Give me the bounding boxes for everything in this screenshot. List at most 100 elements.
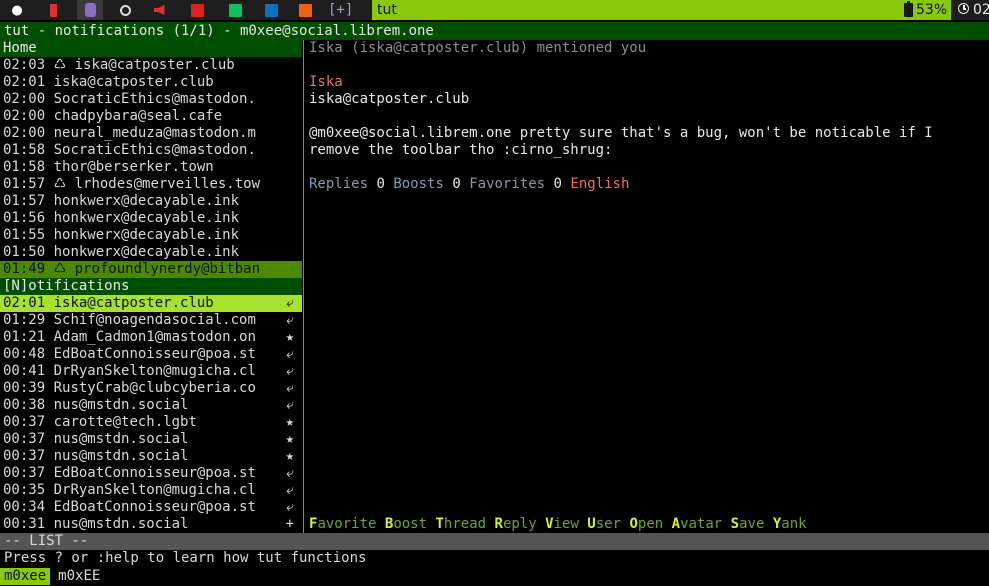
- workspace-button[interactable]: [40, 0, 66, 20]
- item-time: 00:37: [3, 465, 46, 481]
- home-timeline-item[interactable]: 01:57 ♺ lrhodes@merveilles.tow: [0, 176, 302, 193]
- terminal-title: tut - notifications (1/1) - m0xee@social…: [0, 22, 989, 40]
- globe-icon: [119, 4, 131, 16]
- workspace-button[interactable]: [258, 0, 284, 20]
- favorites-count: 0: [553, 176, 562, 192]
- notification-item[interactable]: 00:34 EdBoatConnoisseur@poa.st ⤶: [0, 499, 302, 516]
- item-time: 01:58: [3, 159, 46, 175]
- reply-icon: ⤶: [286, 363, 294, 379]
- clock-icon: [958, 3, 969, 14]
- notification-item[interactable]: 01:21 Adam_Cadmon1@mastodon.on ★: [0, 329, 302, 346]
- home-timeline-item[interactable]: 02:03 ♺ iska@catposter.club: [0, 57, 302, 74]
- item-user: honkwerx@decayable.ink: [53, 193, 240, 209]
- keybinding-view: View: [545, 516, 579, 532]
- workspace-button[interactable]: [222, 0, 248, 20]
- boost-icon: ♺: [53, 176, 67, 192]
- item-user: Schif@noagendasocial.com: [53, 312, 256, 328]
- item-user: neural_meduza@mastodon.m: [53, 125, 256, 141]
- item-time: 01:56: [3, 210, 46, 226]
- keybinding-thread: Thread: [435, 516, 486, 532]
- active-window-tab[interactable]: tut: [372, 0, 889, 20]
- home-timeline-item[interactable]: 01:58 thor@berserker.town: [0, 159, 302, 176]
- notification-item[interactable]: 00:31 nus@mstdn.social +: [0, 516, 302, 532]
- top-panel: ● [+] tut 53% 02: [0, 0, 989, 20]
- green-square-icon: [228, 3, 242, 17]
- timeline-list[interactable]: Home 02:03 ♺ iska@catposter.club 02:01 is…: [0, 40, 302, 532]
- item-user: honkwerx@decayable.ink: [53, 227, 240, 243]
- item-user: EdBoatConnoisseur@poa.st: [53, 346, 256, 362]
- item-user: profoundlynerdy@bitban: [74, 261, 261, 277]
- workspace-button[interactable]: [184, 0, 210, 20]
- pane-divider: [303, 40, 304, 533]
- favorites-label: Favorites: [469, 176, 546, 192]
- notification-item[interactable]: 00:38 nus@mstdn.social ⤶: [0, 397, 302, 414]
- notification-item[interactable]: 00:37 nus@mstdn.social ★: [0, 431, 302, 448]
- keybinding-favorite: Favorite: [309, 516, 376, 532]
- section-notifications-header[interactable]: [N]otifications: [0, 278, 302, 295]
- home-timeline-item[interactable]: 02:00 chadpybara@seal.cafe: [0, 108, 302, 125]
- add-workspace-button[interactable]: [+]: [328, 0, 353, 20]
- notification-item[interactable]: 00:37 nus@mstdn.social ★: [0, 448, 302, 465]
- status-detail: Iska (iska@catposter.club) mentioned you…: [309, 40, 989, 532]
- reply-icon: ⤶: [286, 482, 294, 498]
- item-time: 00:31: [3, 516, 46, 532]
- home-timeline-item[interactable]: 02:00 neural_meduza@mastodon.m: [0, 125, 302, 142]
- reply-icon: ⤶: [286, 346, 294, 362]
- command-line[interactable]: Press ? or :help to learn how tut functi…: [0, 550, 989, 567]
- boost-icon: ♺: [53, 57, 67, 73]
- workspace-button[interactable]: [292, 0, 318, 20]
- item-user: RustyCrab@clubcyberia.co: [53, 380, 256, 396]
- notification-item[interactable]: 01:29 Schif@noagendasocial.com ⤶: [0, 312, 302, 329]
- hotkey-label: avorite: [317, 516, 377, 532]
- notification-item[interactable]: 00:48 EdBoatConnoisseur@poa.st ⤶: [0, 346, 302, 363]
- home-timeline-item[interactable]: 01:49 ♺ profoundlynerdy@bitban: [0, 261, 302, 278]
- home-timeline-item[interactable]: 02:01 iska@catposter.club: [0, 74, 302, 91]
- item-time: 00:39: [3, 380, 46, 396]
- notification-item[interactable]: 00:37 carotte@tech.lgbt ★: [0, 414, 302, 431]
- account-tab[interactable]: m0xEE: [50, 568, 100, 585]
- keybinding-user: User: [587, 516, 621, 532]
- home-timeline-item[interactable]: 01:50 honkwerx@decayable.ink: [0, 244, 302, 261]
- status-body-line: @m0xee@social.librem.one pretty sure tha…: [309, 125, 933, 141]
- account-tab-active[interactable]: m0xee: [0, 568, 51, 585]
- hotkey-letter: T: [435, 516, 444, 532]
- battery-level: 53%: [916, 2, 948, 18]
- item-user: Adam_Cadmon1@mastodon.on: [53, 329, 256, 345]
- workspace-button[interactable]: [112, 0, 138, 20]
- item-time: 01:29: [3, 312, 46, 328]
- blue-square-icon: [264, 3, 278, 17]
- workspace-button[interactable]: [77, 0, 103, 20]
- boosts-count: 0: [452, 176, 461, 192]
- notification-item[interactable]: 02:01 iska@catposter.club ⤶: [0, 295, 302, 312]
- keybinding-reply: Reply: [495, 516, 537, 532]
- hotkey-label: hread: [443, 516, 487, 532]
- workspace-button[interactable]: [146, 0, 172, 20]
- notification-header: Iska (iska@catposter.club) mentioned you: [309, 40, 647, 56]
- author-handle: iska@catposter.club: [309, 91, 470, 107]
- notification-item[interactable]: 00:39 RustyCrab@clubcyberia.co ⤶: [0, 380, 302, 397]
- battery-indicator: 53%: [889, 0, 951, 20]
- favorite-icon: ★: [285, 414, 294, 430]
- item-user: honkwerx@decayable.ink: [53, 244, 240, 260]
- workspace-button[interactable]: ●: [4, 0, 30, 20]
- status-body-line: remove the toolbar tho :cirno_shrug:: [309, 142, 613, 158]
- home-timeline-item[interactable]: 01:56 honkwerx@decayable.ink: [0, 210, 302, 227]
- hotkey-letter: V: [545, 516, 554, 532]
- section-home-header[interactable]: Home: [0, 40, 302, 57]
- home-timeline-item[interactable]: 01:55 honkwerx@decayable.ink: [0, 227, 302, 244]
- item-time: 00:35: [3, 482, 46, 498]
- item-time: 01:55: [3, 227, 46, 243]
- item-user: nus@mstdn.social: [53, 516, 189, 532]
- item-time: 01:58: [3, 142, 46, 158]
- home-timeline-item[interactable]: 01:57 honkwerx@decayable.ink: [0, 193, 302, 210]
- reply-icon: ⤶: [286, 465, 294, 481]
- notification-item[interactable]: 00:35 DrRyanSkelton@mugicha.cl ⤶: [0, 482, 302, 499]
- item-user: honkwerx@decayable.ink: [53, 210, 240, 226]
- home-timeline-item[interactable]: 01:58 SocraticEthics@mastodon.: [0, 142, 302, 159]
- item-user: iska@catposter.club: [53, 74, 214, 90]
- notification-item[interactable]: 00:41 DrRyanSkelton@mugicha.cl ⤶: [0, 363, 302, 380]
- hotkey-label: vatar: [680, 516, 723, 532]
- notification-item[interactable]: 00:37 EdBoatConnoisseur@poa.st ⤶: [0, 465, 302, 482]
- home-timeline-item[interactable]: 02:00 SocraticEthics@mastodon.: [0, 91, 302, 108]
- keybinding-bar: Favorite Boost Thread Reply View User Op…: [309, 516, 807, 533]
